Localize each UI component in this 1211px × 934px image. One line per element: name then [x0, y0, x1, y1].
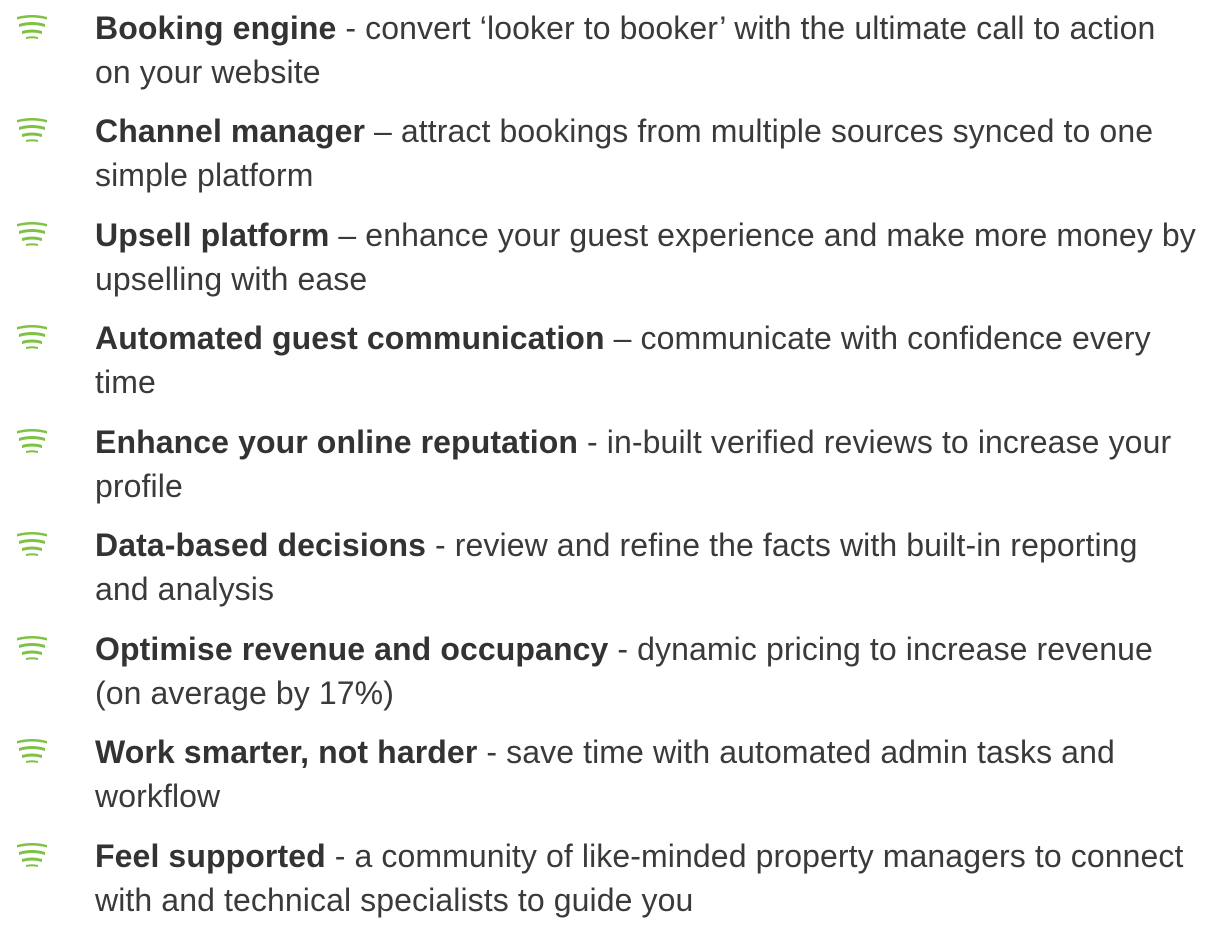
- feature-item-online-reputation: Enhance your online reputation - in-buil…: [0, 420, 1211, 520]
- feature-item-feel-supported: Feel supported - a community of like-min…: [0, 834, 1211, 934]
- green-stripes-icon: [17, 429, 47, 453]
- green-stripes-icon: [17, 15, 47, 39]
- feature-text: Work smarter, not harder - save time wit…: [95, 730, 1200, 818]
- feature-text: Booking engine - convert ‘looker to book…: [95, 6, 1200, 94]
- green-stripes-icon: [17, 325, 47, 349]
- feature-item-data-based-decisions: Data-based decisions - review and refine…: [0, 523, 1211, 623]
- green-stripes-icon: [17, 843, 47, 867]
- green-stripes-icon: [17, 222, 47, 246]
- feature-text: Feel supported - a community of like-min…: [95, 834, 1200, 922]
- green-stripes-icon: [17, 739, 47, 763]
- green-stripes-icon: [17, 532, 47, 556]
- feature-item-optimise-revenue: Optimise revenue and occupancy - dynamic…: [0, 627, 1211, 727]
- feature-text: Data-based decisions - review and refine…: [95, 523, 1200, 611]
- green-stripes-icon: [17, 118, 47, 142]
- feature-text: Upsell platform – enhance your guest exp…: [95, 213, 1200, 301]
- feature-title: Upsell platform: [95, 217, 330, 253]
- feature-title: Booking engine: [95, 10, 337, 46]
- feature-title: Work smarter, not harder: [95, 734, 478, 770]
- feature-text: Optimise revenue and occupancy - dynamic…: [95, 627, 1200, 715]
- feature-item-channel-manager: Channel manager – attract bookings from …: [0, 109, 1211, 209]
- feature-item-booking-engine: Booking engine - convert ‘looker to book…: [0, 6, 1211, 106]
- feature-item-work-smarter: Work smarter, not harder - save time wit…: [0, 730, 1211, 830]
- feature-title: Channel manager: [95, 113, 366, 149]
- feature-title: Optimise revenue and occupancy: [95, 631, 609, 667]
- feature-title: Data-based decisions: [95, 527, 426, 563]
- feature-title: Automated guest communication: [95, 320, 605, 356]
- feature-item-automated-guest-communication: Automated guest communication – communic…: [0, 316, 1211, 416]
- feature-item-upsell-platform: Upsell platform – enhance your guest exp…: [0, 213, 1211, 313]
- green-stripes-icon: [17, 636, 47, 660]
- feature-title: Feel supported: [95, 838, 326, 874]
- feature-text: Channel manager – attract bookings from …: [95, 109, 1200, 197]
- feature-text: Automated guest communication – communic…: [95, 316, 1200, 404]
- feature-title: Enhance your online reputation: [95, 424, 579, 460]
- feature-text: Enhance your online reputation - in-buil…: [95, 420, 1200, 508]
